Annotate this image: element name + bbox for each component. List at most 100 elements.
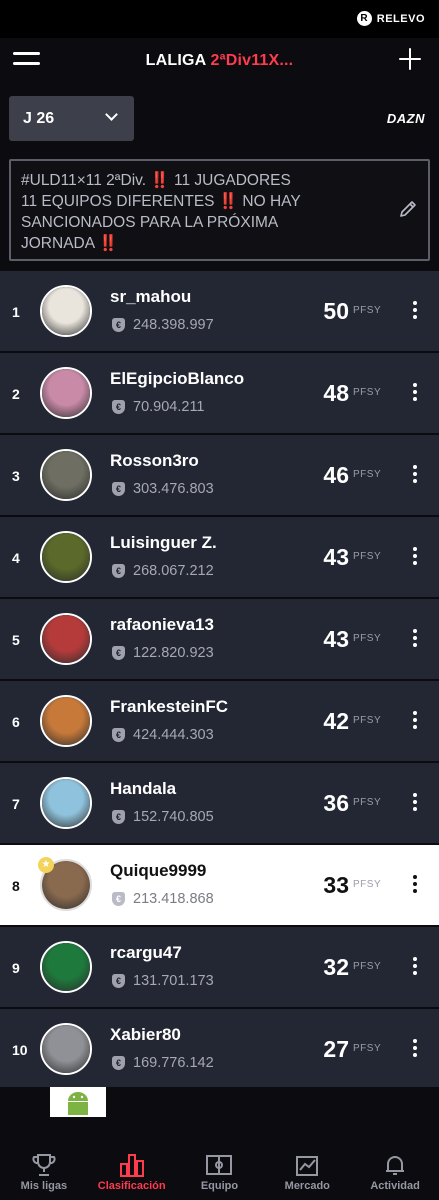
nav-clasificacion[interactable]: Clasificación <box>88 1140 176 1200</box>
points-value: 43 <box>323 626 349 652</box>
avatar-image <box>42 287 90 335</box>
avatar-image <box>42 779 90 827</box>
more-options-icon[interactable] <box>413 875 417 895</box>
standings-row[interactable]: 6 FrankesteinFC €424.444.303 42 PFSY <box>0 679 439 761</box>
rank-number: 2 <box>12 386 20 402</box>
points-unit: PFSY <box>353 551 382 562</box>
top-header: LALIGA 2ªDiv11X... <box>0 38 439 86</box>
standings-row[interactable]: 7 Handala €152.740.805 36 PFSY <box>0 761 439 843</box>
points-value: 48 <box>323 380 349 406</box>
round-select[interactable]: J 26 <box>9 96 134 141</box>
standings-row[interactable]: 2 ElEgipcioBlanco €70.904.211 48 PFSY <box>0 351 439 433</box>
more-options-icon[interactable] <box>413 301 417 321</box>
avatar[interactable] <box>40 531 92 583</box>
avatar[interactable] <box>40 777 92 829</box>
points-value: 46 <box>323 462 349 488</box>
avatar-image <box>42 451 90 499</box>
nav-equipo[interactable]: Equipo <box>176 1140 264 1200</box>
ad-image[interactable] <box>50 1087 106 1117</box>
nav-label: Equipo <box>200 1180 239 1192</box>
bottom-nav: Mis ligas Clasificación Equipo Mercado A… <box>0 1140 439 1200</box>
points-value: 50 <box>323 298 349 324</box>
more-options-icon[interactable] <box>413 629 417 649</box>
points-unit: PFSY <box>353 1043 382 1054</box>
avatar[interactable] <box>40 941 92 993</box>
rank-number: 5 <box>12 632 20 648</box>
pencil-icon[interactable] <box>398 199 418 219</box>
rank-number: 7 <box>12 796 20 812</box>
points-value: 42 <box>323 708 349 734</box>
standings-row[interactable]: 9 rcargu47 €131.701.173 32 PFSY <box>0 925 439 1007</box>
nav-mercado[interactable]: Mercado <box>263 1140 351 1200</box>
player-name: Luisinguer Z. <box>110 533 217 552</box>
team-value: €122.820.923 <box>112 645 214 661</box>
player-name: Quique9999 <box>110 861 207 880</box>
team-value-amount: 303.476.803 <box>133 481 214 497</box>
standings-row[interactable]: 1 sr_mahou €248.398.997 50 PFSY <box>0 269 439 351</box>
team-value: €169.776.142 <box>112 1055 214 1071</box>
add-icon[interactable] <box>399 48 421 70</box>
market-icon <box>296 1156 319 1176</box>
team-value-amount: 131.701.173 <box>133 973 214 989</box>
more-options-icon[interactable] <box>413 957 417 977</box>
nav-actividad[interactable]: Actividad <box>351 1140 439 1200</box>
more-options-icon[interactable] <box>413 465 417 485</box>
league-title[interactable]: LALIGA 2ªDiv11X... <box>0 52 439 70</box>
points-value: 36 <box>323 790 349 816</box>
team-value: €248.398.997 <box>112 317 214 333</box>
standings-list: 1 sr_mahou €248.398.997 50 PFSY 2 ElEgipcioBla… <box>0 269 439 1089</box>
android-icon <box>68 1092 88 1115</box>
round-select-value: J 26 <box>23 109 55 127</box>
points-unit: PFSY <box>353 469 382 480</box>
more-options-icon[interactable] <box>413 1039 417 1059</box>
points-value: 27 <box>323 1036 349 1062</box>
team-value-amount: 70.904.211 <box>133 399 205 415</box>
avatar[interactable] <box>40 449 92 501</box>
points-value: 33 <box>323 872 349 898</box>
team-value: €152.740.805 <box>112 809 214 825</box>
trophy-icon <box>32 1154 56 1176</box>
more-options-icon[interactable] <box>413 711 417 731</box>
nav-mis-ligas[interactable]: Mis ligas <box>0 1140 88 1200</box>
points-unit: PFSY <box>353 633 382 644</box>
avatar-image <box>42 943 90 991</box>
team-value: €213.418.868 <box>112 891 214 907</box>
team-value: €424.444.303 <box>112 727 214 743</box>
team-value-amount: 424.444.303 <box>133 727 214 743</box>
bell-icon <box>386 1156 405 1175</box>
avatar[interactable] <box>40 285 92 337</box>
team-value-amount: 152.740.805 <box>133 809 214 825</box>
rank-number: 1 <box>12 304 20 320</box>
avatar[interactable] <box>40 695 92 747</box>
player-name: rcargu47 <box>110 943 182 962</box>
league-title-main: LALIGA <box>145 52 211 69</box>
team-value-amount: 268.067.212 <box>133 563 214 579</box>
coin-icon: € <box>112 646 125 660</box>
player-name: Rosson3ro <box>110 451 199 470</box>
standings-row[interactable]: 4 Luisinguer Z. €268.067.212 43 PFSY <box>0 515 439 597</box>
standings-row[interactable]: 5 rafaonieva13 €122.820.923 43 PFSY <box>0 597 439 679</box>
standings-row[interactable]: 8 ★ Quique9999 €213.418.868 33 PFSY <box>0 843 439 925</box>
standings-row[interactable]: 3 Rosson3ro €303.476.803 46 PFSY <box>0 433 439 515</box>
sponsor-logo: DAZN <box>386 111 425 126</box>
points-unit: PFSY <box>353 305 382 316</box>
team-value: €70.904.211 <box>112 399 205 415</box>
coin-icon: € <box>112 810 125 824</box>
points-unit: PFSY <box>353 387 382 398</box>
points-unit: PFSY <box>353 715 382 726</box>
avatar[interactable] <box>40 367 92 419</box>
standings-row[interactable]: 10 Xabier80 €169.776.142 27 PFSY <box>0 1007 439 1089</box>
more-options-icon[interactable] <box>413 547 417 567</box>
points-unit: PFSY <box>353 879 382 890</box>
avatar[interactable] <box>40 1023 92 1075</box>
rank-number: 8 <box>12 878 20 894</box>
avatar[interactable] <box>40 613 92 665</box>
coin-icon: € <box>112 728 125 742</box>
player-name: Xabier80 <box>110 1025 181 1044</box>
more-options-icon[interactable] <box>413 793 417 813</box>
more-options-icon[interactable] <box>413 383 417 403</box>
avatar-image <box>42 533 90 581</box>
points-value: 43 <box>323 544 349 570</box>
team-value-amount: 169.776.142 <box>133 1055 214 1071</box>
coin-icon: € <box>112 400 125 414</box>
